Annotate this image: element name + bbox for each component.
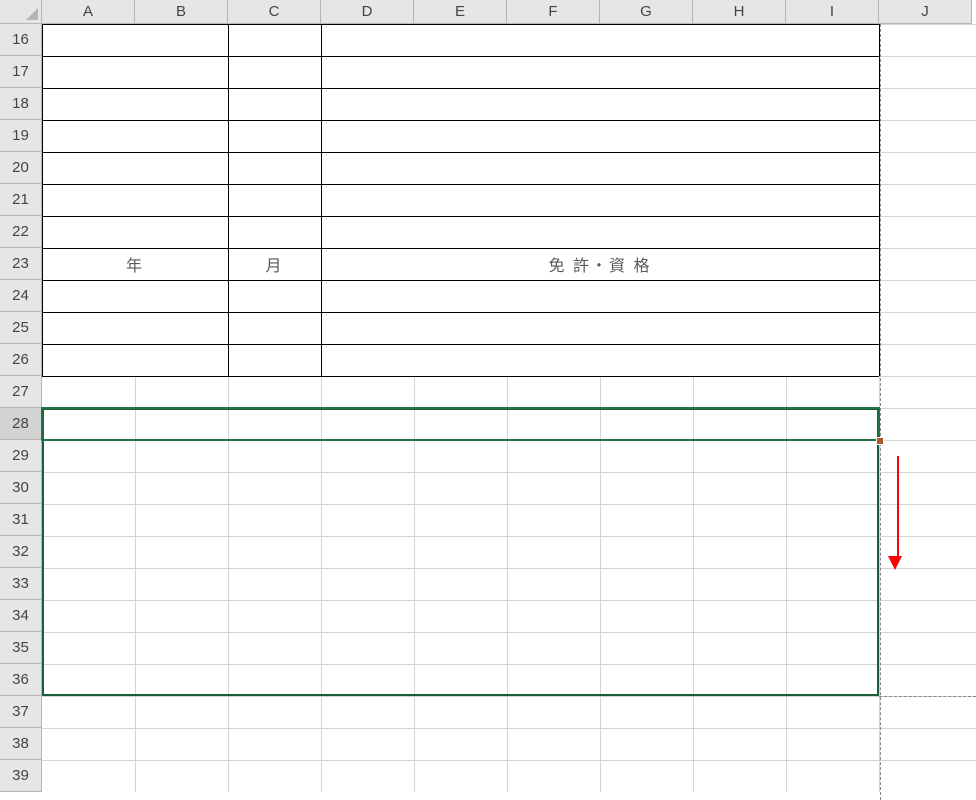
- row-header-22[interactable]: 22: [0, 216, 42, 248]
- cell-D20-I20[interactable]: [321, 152, 879, 184]
- cell-A16-B16[interactable]: [42, 24, 228, 56]
- column-header-F[interactable]: F: [507, 0, 600, 24]
- row-header-27[interactable]: 27: [0, 376, 42, 408]
- cell-C23[interactable]: 月: [228, 248, 321, 280]
- row-header-21[interactable]: 21: [0, 184, 42, 216]
- row-header-34[interactable]: 34: [0, 600, 42, 632]
- row-header-19[interactable]: 19: [0, 120, 42, 152]
- column-header-B[interactable]: B: [135, 0, 228, 24]
- row-header-33[interactable]: 33: [0, 568, 42, 600]
- row-header-24[interactable]: 24: [0, 280, 42, 312]
- column-header-J[interactable]: J: [879, 0, 972, 24]
- cell-A26-B26[interactable]: [42, 344, 228, 376]
- column-headers: A B C D E F G H I J: [42, 0, 972, 24]
- cell-D22-I22[interactable]: [321, 216, 879, 248]
- cell-D24-I24[interactable]: [321, 280, 879, 312]
- row-header-16[interactable]: 16: [0, 24, 42, 56]
- row-header-23[interactable]: 23: [0, 248, 42, 280]
- row-header-17[interactable]: 17: [0, 56, 42, 88]
- cell-D19-I19[interactable]: [321, 120, 879, 152]
- range-frame: [42, 408, 879, 696]
- column-header-D[interactable]: D: [321, 0, 414, 24]
- row-header-25[interactable]: 25: [0, 312, 42, 344]
- column-header-G[interactable]: G: [600, 0, 693, 24]
- cell-A24-B24[interactable]: [42, 280, 228, 312]
- column-header-H[interactable]: H: [693, 0, 786, 24]
- red-arrow-annotation: [894, 456, 902, 570]
- column-header-E[interactable]: E: [414, 0, 507, 24]
- cell-D17-I17[interactable]: [321, 56, 879, 88]
- fill-handle[interactable]: [876, 437, 884, 445]
- spreadsheet-grid: A B C D E F G H I J 16171819202122232425…: [0, 0, 976, 800]
- cell-D26-I26[interactable]: [321, 344, 879, 376]
- selection-outline: [41, 407, 880, 441]
- row-header-28[interactable]: 28: [0, 408, 42, 440]
- row-header-39[interactable]: 39: [0, 760, 42, 792]
- cell-D18-I18[interactable]: [321, 88, 879, 120]
- cell-A22-B22[interactable]: [42, 216, 228, 248]
- cell-A18-B18[interactable]: [42, 88, 228, 120]
- row-header-37[interactable]: 37: [0, 696, 42, 728]
- cell-D25-I25[interactable]: [321, 312, 879, 344]
- column-header-A[interactable]: A: [42, 0, 135, 24]
- cell-A17-B17[interactable]: [42, 56, 228, 88]
- cell-A19-B19[interactable]: [42, 120, 228, 152]
- row-header-38[interactable]: 38: [0, 728, 42, 760]
- column-header-I[interactable]: I: [786, 0, 879, 24]
- row-header-18[interactable]: 18: [0, 88, 42, 120]
- row-header-35[interactable]: 35: [0, 632, 42, 664]
- cell-D21-I21[interactable]: [321, 184, 879, 216]
- row-header-29[interactable]: 29: [0, 440, 42, 472]
- cell-A25-B25[interactable]: [42, 312, 228, 344]
- cell-A23-B23[interactable]: 年: [42, 248, 228, 280]
- row-header-30[interactable]: 30: [0, 472, 42, 504]
- row-header-26[interactable]: 26: [0, 344, 42, 376]
- cell-D23-I23[interactable]: 免 許・資 格: [321, 248, 879, 280]
- row-header-32[interactable]: 32: [0, 536, 42, 568]
- select-all-corner[interactable]: [0, 0, 42, 24]
- cell-A20-B20[interactable]: [42, 152, 228, 184]
- row-header-36[interactable]: 36: [0, 664, 42, 696]
- column-header-C[interactable]: C: [228, 0, 321, 24]
- row-headers: 1617181920212223242526272829303132333435…: [0, 24, 42, 792]
- cell-A21-B21[interactable]: [42, 184, 228, 216]
- row-header-31[interactable]: 31: [0, 504, 42, 536]
- cell-D16-I16[interactable]: [321, 24, 879, 56]
- row-header-20[interactable]: 20: [0, 152, 42, 184]
